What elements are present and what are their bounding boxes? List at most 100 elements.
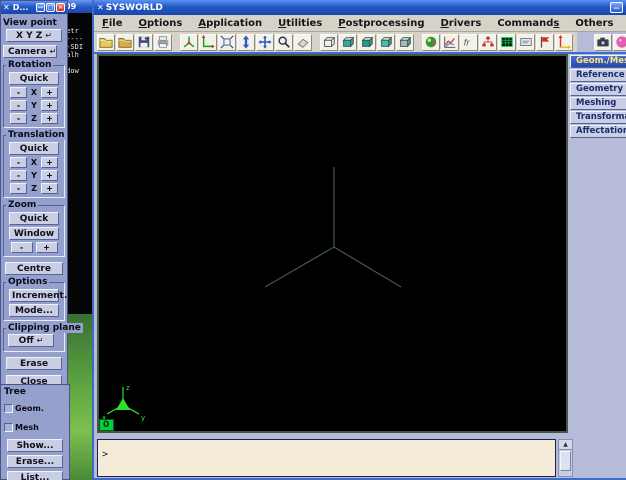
- panel-button-meshing[interactable]: Meshing: [570, 97, 626, 110]
- shaded-outline-view-button[interactable]: [358, 34, 376, 51]
- material-view-button[interactable]: [422, 34, 440, 51]
- panel-button-geom-mesh[interactable]: Geom./Mesh: [570, 55, 626, 68]
- triad-z-label: z: [126, 384, 130, 392]
- menu-file[interactable]: File: [94, 18, 130, 29]
- curve-plot-button[interactable]: [441, 34, 459, 51]
- x-axis-label: X: [30, 88, 38, 97]
- import-file-button[interactable]: [116, 34, 134, 51]
- camera-option-button[interactable]: Camera↵: [3, 45, 57, 58]
- checkbox-mesh[interactable]: Mesh: [4, 423, 39, 432]
- zoom-vertical-button[interactable]: [237, 34, 255, 51]
- minimize-button[interactable]: —: [36, 3, 45, 12]
- y-minus-button[interactable]: -: [10, 100, 27, 111]
- scroll-up-icon[interactable]: ▲: [559, 440, 572, 450]
- checkbox-label: Geom.: [15, 404, 44, 413]
- viewpoint-titlebar[interactable]: ✕ D... — □ ✕: [1, 1, 67, 14]
- label-button[interactable]: [517, 34, 535, 51]
- increment-button[interactable]: Increment...: [9, 289, 59, 302]
- menu-options[interactable]: Options: [130, 18, 190, 29]
- mode-button[interactable]: Mode...: [9, 304, 59, 317]
- options-group: Options Increment... Mode...: [3, 282, 65, 321]
- main-titlebar[interactable]: ✕ SYSWORLD —: [94, 0, 626, 15]
- z-plus-button[interactable]: +: [41, 113, 58, 124]
- local-axes-button[interactable]: [555, 34, 573, 51]
- x-plus-button[interactable]: +: [41, 87, 58, 98]
- pan-icon: [258, 35, 272, 49]
- panel-button-geometry[interactable]: Geometry: [570, 83, 626, 96]
- centre-button[interactable]: Centre: [5, 262, 63, 275]
- translation-quick-button[interactable]: Quick: [9, 142, 59, 155]
- view-axes-button[interactable]: [180, 34, 198, 51]
- panel-button-transformation[interactable]: Transformation: [570, 111, 626, 124]
- close-icon[interactable]: ✕: [56, 3, 65, 12]
- palette-button[interactable]: [613, 34, 626, 51]
- checkbox-geom[interactable]: Geom.: [4, 404, 44, 413]
- minimize-button[interactable]: —: [610, 2, 623, 13]
- z-minus-button[interactable]: -: [10, 183, 27, 194]
- options-group-label: Options: [6, 277, 49, 287]
- clipping-off-option-button[interactable]: Off↵: [8, 334, 54, 347]
- graphics-viewport[interactable]: z x y 0: [97, 54, 568, 433]
- xyz-button[interactable]: X Y Z↵: [6, 29, 62, 42]
- origin-axes-icon: [201, 35, 215, 49]
- rotation-quick-button[interactable]: Quick: [9, 72, 59, 85]
- toolbar-strip: [94, 32, 577, 52]
- command-scrollbar[interactable]: ▲: [558, 439, 573, 477]
- toolbar: [94, 32, 626, 52]
- triad-y-label: y: [141, 414, 145, 422]
- erase-display-icon: [296, 35, 310, 49]
- origin-axes-button[interactable]: [199, 34, 217, 51]
- snapshot-button[interactable]: [594, 34, 612, 51]
- y-plus-button[interactable]: +: [41, 100, 58, 111]
- panel-button-reference[interactable]: Reference: [570, 69, 626, 82]
- zoom-minus-button[interactable]: -: [11, 242, 33, 253]
- zoom-quick-button[interactable]: Quick: [9, 212, 59, 225]
- font-button[interactable]: [460, 34, 478, 51]
- menu-postprocessing[interactable]: Postprocessing: [330, 18, 432, 29]
- wireframe-view-button[interactable]: [320, 34, 338, 51]
- tree-list-button[interactable]: List...: [7, 471, 63, 480]
- z-minus-button[interactable]: -: [10, 113, 27, 124]
- scrollbar-thumb[interactable]: [560, 451, 571, 471]
- x-plus-button[interactable]: +: [41, 157, 58, 168]
- import-file-icon: [118, 35, 132, 49]
- open-file-icon: [99, 35, 113, 49]
- entity-tree-button[interactable]: [479, 34, 497, 51]
- flag-button[interactable]: [536, 34, 554, 51]
- mesh-grid-button[interactable]: [498, 34, 516, 51]
- panel-button-affectation[interactable]: Affectation: [570, 125, 626, 138]
- erase-button[interactable]: Erase: [6, 357, 62, 370]
- shaded-edges-view-button[interactable]: [377, 34, 395, 51]
- pan-button[interactable]: [256, 34, 274, 51]
- x-minus-button[interactable]: -: [10, 87, 27, 98]
- y-axis-label: Y: [30, 171, 38, 180]
- zoom-window-button[interactable]: Window: [9, 227, 59, 240]
- command-area[interactable]: >: [97, 439, 556, 477]
- zoom-plus-button[interactable]: +: [36, 242, 58, 253]
- shaded-view-button[interactable]: [339, 34, 357, 51]
- erase-display-button[interactable]: [294, 34, 312, 51]
- menu-drivers[interactable]: Drivers: [432, 18, 489, 29]
- maximize-button[interactable]: □: [46, 3, 55, 12]
- tree-show-button[interactable]: Show...: [7, 439, 63, 452]
- screen: 09 metr-----V-SDIcalh1ndow ✕ SYSWORLD — …: [0, 0, 626, 480]
- rotation-axis-rows: -X+-Y+-Z+: [6, 87, 62, 124]
- tree-erase-button[interactable]: Erase...: [7, 455, 63, 468]
- y-minus-button[interactable]: -: [10, 170, 27, 181]
- menu-others[interactable]: Others: [567, 18, 621, 29]
- command-prompt: >: [102, 449, 108, 460]
- material-view-icon: [424, 35, 438, 49]
- menu-bar: FileOptionsApplicationUtilitiesPostproce…: [94, 15, 626, 32]
- z-plus-button[interactable]: +: [41, 183, 58, 194]
- save-button[interactable]: [135, 34, 153, 51]
- y-plus-button[interactable]: +: [41, 170, 58, 181]
- menu-utilities[interactable]: Utilities: [270, 18, 330, 29]
- zoom-button[interactable]: [275, 34, 293, 51]
- menu-application[interactable]: Application: [190, 18, 270, 29]
- print-button[interactable]: [154, 34, 172, 51]
- open-file-button[interactable]: [97, 34, 115, 51]
- menu-commands[interactable]: Commands: [489, 18, 567, 29]
- x-minus-button[interactable]: -: [10, 157, 27, 168]
- zoom-extents-button[interactable]: [218, 34, 236, 51]
- hidden-line-view-button[interactable]: [396, 34, 414, 51]
